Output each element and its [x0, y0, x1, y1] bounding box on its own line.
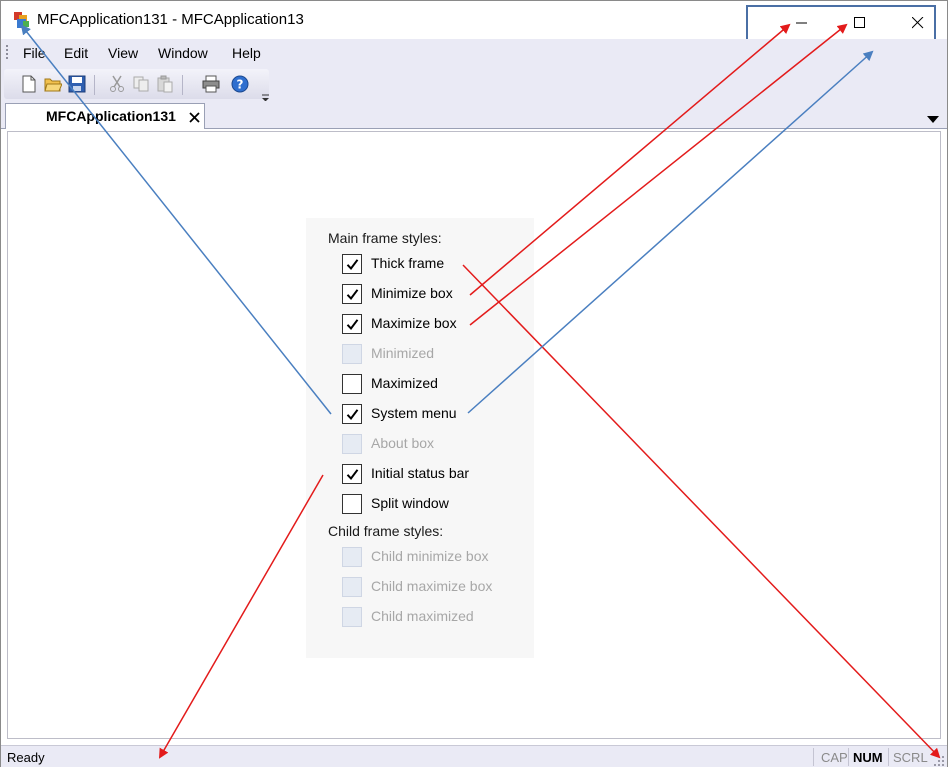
resize-gripper-icon[interactable]	[933, 754, 945, 766]
toolbar: ?	[1, 67, 947, 102]
toolbar-panel: ?	[4, 69, 270, 102]
status-separator	[888, 748, 889, 766]
child-frame-styles-label: Child frame styles:	[328, 523, 444, 539]
checkbox-maximize-box[interactable]	[342, 314, 362, 334]
title-bar: MFCApplication131 - MFCApplication13	[1, 1, 947, 49]
option-label: Minimize box	[371, 285, 453, 301]
checkbox-maximized[interactable]	[342, 374, 362, 394]
app-icon[interactable]	[12, 10, 32, 30]
maximize-button[interactable]	[832, 7, 888, 39]
toolbar-overflow-icon[interactable]	[262, 89, 270, 102]
option-child-maximized: Child maximized	[342, 607, 542, 629]
option-label: Split window	[371, 495, 449, 511]
option-label: Child minimize box	[371, 548, 489, 564]
tab-strip: MFCApplication131	[1, 101, 947, 129]
minimize-button[interactable]	[774, 7, 830, 39]
option-maximized[interactable]: Maximized	[342, 374, 542, 396]
copy-icon[interactable]	[132, 75, 150, 93]
option-label: Thick frame	[371, 255, 445, 271]
scrl-indicator: SCRL	[893, 750, 928, 765]
option-initial-status-bar[interactable]: Initial status bar	[342, 464, 542, 486]
main-frame-styles-label: Main frame styles:	[328, 230, 442, 246]
checkbox-minimize-box[interactable]	[342, 284, 362, 304]
open-folder-icon[interactable]	[44, 75, 63, 93]
print-icon[interactable]	[202, 75, 220, 93]
menu-edit[interactable]: Edit	[64, 45, 88, 61]
tab-list-dropdown-icon[interactable]	[927, 111, 939, 123]
cut-icon[interactable]	[108, 75, 126, 93]
option-label: Maximized	[371, 375, 438, 391]
checkmark-icon	[346, 259, 359, 271]
cap-indicator: CAP	[821, 750, 848, 765]
option-minimize-box[interactable]: Minimize box	[342, 284, 542, 306]
save-icon[interactable]	[68, 75, 86, 93]
option-minimized: Minimized	[342, 344, 542, 366]
option-system-menu[interactable]: System menu	[342, 404, 542, 426]
toolbar-separator	[94, 75, 95, 95]
option-maximize-box[interactable]: Maximize box	[342, 314, 542, 336]
option-label: Child maximized	[371, 608, 474, 624]
status-separator	[848, 748, 849, 766]
option-thick-frame[interactable]: Thick frame	[342, 254, 542, 276]
paste-icon[interactable]	[156, 75, 174, 93]
option-split-window[interactable]: Split window	[342, 494, 542, 516]
menu-bar: File Edit View Window Help	[1, 39, 947, 67]
app-window: MFCApplication131 - MFCApplication13 Fil…	[0, 0, 948, 767]
checkbox-about-box	[342, 434, 362, 454]
checkmark-icon	[346, 289, 359, 301]
option-child-maximize-box: Child maximize box	[342, 577, 542, 599]
num-indicator: NUM	[853, 750, 883, 765]
status-text: Ready	[7, 750, 45, 765]
tab-label: MFCApplication131	[46, 108, 176, 124]
minimize-icon	[796, 22, 807, 24]
option-about-box: About box	[342, 434, 542, 456]
checkmark-icon	[346, 469, 359, 481]
option-child-minimize-box: Child minimize box	[342, 547, 542, 569]
menubar-grip[interactable]	[6, 45, 9, 61]
window-title: MFCApplication131 - MFCApplication13	[37, 11, 304, 28]
checkbox-system-menu[interactable]	[342, 404, 362, 424]
close-button[interactable]	[890, 7, 946, 39]
option-label: Initial status bar	[371, 465, 470, 481]
new-file-icon[interactable]	[20, 75, 38, 93]
checkbox-child-minimize-box	[342, 547, 362, 567]
close-icon	[912, 17, 924, 29]
option-label: System menu	[371, 405, 457, 421]
tab-close-icon[interactable]	[189, 111, 201, 123]
menu-view[interactable]: View	[108, 45, 138, 61]
maximize-icon	[854, 17, 865, 28]
option-label: Child maximize box	[371, 578, 493, 594]
checkbox-split-window[interactable]	[342, 494, 362, 514]
menu-window[interactable]: Window	[158, 45, 208, 61]
checkbox-initial-status-bar[interactable]	[342, 464, 362, 484]
checkmark-icon	[346, 319, 359, 331]
toolbar-separator	[182, 75, 183, 95]
checkmark-icon	[346, 409, 359, 421]
checkbox-child-maximize-box	[342, 577, 362, 597]
menu-file[interactable]: File	[23, 45, 46, 61]
status-separator	[813, 748, 814, 766]
option-label: Minimized	[371, 345, 435, 361]
tab-document[interactable]: MFCApplication131	[5, 103, 205, 129]
option-label: Maximize box	[371, 315, 457, 331]
menu-help[interactable]: Help	[232, 45, 261, 61]
checkbox-minimized	[342, 344, 362, 364]
checkbox-thick-frame[interactable]	[342, 254, 362, 274]
svg-text:?: ?	[237, 78, 244, 92]
option-label: About box	[371, 435, 435, 451]
status-bar: Ready CAP NUM SCRL	[1, 745, 947, 767]
checkbox-child-maximized	[342, 607, 362, 627]
help-icon[interactable]: ?	[231, 75, 249, 93]
